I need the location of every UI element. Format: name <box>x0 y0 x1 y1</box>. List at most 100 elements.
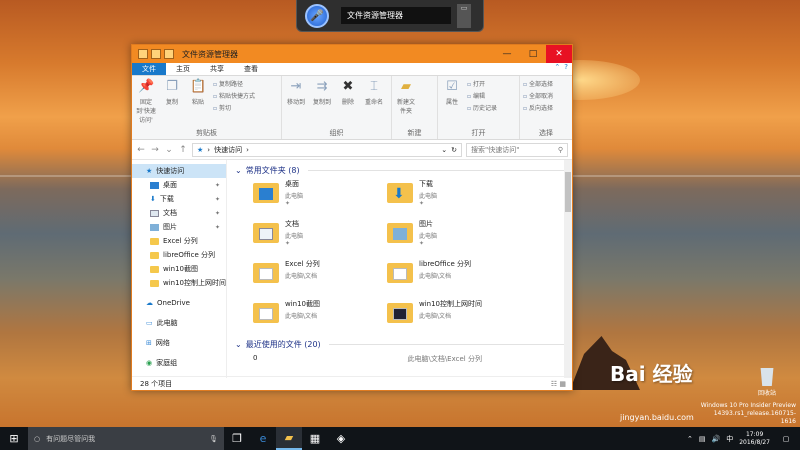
folder-tile-excel[interactable]: Excel 分列 此电脑\文档 <box>253 256 379 296</box>
move-to-button[interactable]: ⇥ 移动到 <box>285 79 307 127</box>
copy-button[interactable]: ❐ 复制 <box>161 79 183 127</box>
nav-downloads[interactable]: ⬇ 下载 ✦ <box>132 192 226 206</box>
paint-icon[interactable]: ◈ <box>328 427 354 450</box>
forward-arrow-icon[interactable]: → <box>150 145 160 155</box>
recent-file-row[interactable]: 0 此电脑\文档\Excel 分列 <box>253 354 564 364</box>
taskbar-search-placeholder: 有问题尽管问我 <box>46 434 96 443</box>
properties-icon[interactable] <box>151 49 161 59</box>
recent-locations-icon[interactable]: ⌄ <box>164 145 174 155</box>
pin-icon: ✦ <box>419 200 425 207</box>
edit-button[interactable]: 编辑 <box>467 91 513 100</box>
tab-file[interactable]: 文件 <box>132 63 166 75</box>
copy-path-button[interactable]: 复制路径 <box>213 79 263 88</box>
nav-folder-excel[interactable]: Excel 分列 <box>132 234 226 248</box>
folder-tile-libreoffice[interactable]: libreOffice 分列 此电脑\文档 <box>387 256 513 296</box>
folder-tile-win10-time[interactable]: win10控制上网时间 此电脑\文档 <box>387 296 513 336</box>
invert-selection-button[interactable]: 反向选择 <box>523 103 569 112</box>
nav-folder-libreoffice[interactable]: libreOffice 分列 <box>132 248 226 262</box>
chevron-up-icon[interactable]: ⌃ <box>687 435 693 443</box>
tab-view[interactable]: 查看 <box>234 63 268 75</box>
nav-quick-access[interactable]: ★ 快速访问 <box>132 164 226 178</box>
section-frequent-folders[interactable]: ⌄ 常用文件夹 (8) <box>235 164 564 176</box>
nav-onedrive[interactable]: ☁ OneDrive <box>132 296 226 310</box>
microphone-icon[interactable]: 🎙 <box>209 435 218 443</box>
close-button[interactable]: ✕ <box>546 45 572 63</box>
paste-shortcut-button[interactable]: 粘贴快捷方式 <box>213 91 263 100</box>
cloud-icon: ☁ <box>146 299 153 307</box>
desktop-icon <box>150 181 159 189</box>
scrollbar-thumb[interactable] <box>565 172 571 212</box>
cortana-search-box[interactable]: ○ 有问题尽管问我 🎙 <box>28 427 224 450</box>
nav-folder-win10-screenshot[interactable]: win10截图 <box>132 262 226 276</box>
breadcrumb-quick-access[interactable]: 快速访问 <box>214 145 242 155</box>
folder-tile-pictures[interactable]: 图片 此电脑 ✦ <box>387 216 513 256</box>
ribbon: 📌固定到'快速访问' ❐复制 📋粘贴 复制路径 粘贴快捷方式 剪切 剪贴板 ⇥移… <box>132 76 572 140</box>
microphone-icon[interactable]: 🎤 <box>305 3 329 28</box>
task-view-icon[interactable]: ❐ <box>224 427 250 450</box>
select-none-button[interactable]: 全部取消 <box>523 91 569 100</box>
recycle-bin[interactable]: 回收站 <box>754 368 780 397</box>
address-path[interactable]: ★ › 快速访问 › ⌄ ↻ <box>192 142 462 157</box>
group-label-select: 选择 <box>539 129 553 137</box>
file-explorer-window: 文件资源管理器 — □ ✕ 文件 主页 共享 查看 ⌃ ? 📌 固定到'快速访问'… <box>131 44 573 391</box>
folder-tile-documents[interactable]: 文档 此电脑 ✦ <box>253 216 379 256</box>
properties-button[interactable]: ☑ 属性 <box>441 79 463 127</box>
back-arrow-icon[interactable]: ← <box>136 145 146 155</box>
collapse-ribbon-icon[interactable]: ⌃ <box>554 63 560 75</box>
network-icon: ⊞ <box>146 339 152 347</box>
tab-home[interactable]: 主页 <box>166 63 200 75</box>
vertical-scrollbar[interactable] <box>564 160 572 378</box>
system-tray: ⌃ ▤ 🔊 中 17:09 2016/8/27 ▢ <box>687 427 800 450</box>
pin-icon: 📌 <box>138 79 155 94</box>
new-folder-icon[interactable] <box>164 49 174 59</box>
recent-file-path: 此电脑\文档\Excel 分列 <box>407 355 482 363</box>
network-icon[interactable]: ▤ <box>699 435 706 443</box>
store-icon[interactable]: ▦ <box>302 427 328 450</box>
clock[interactable]: 17:09 2016/8/27 <box>739 431 770 447</box>
ribbon-group-select: 全部选择 全部取消 反向选择 选择 <box>520 76 572 139</box>
tab-share[interactable]: 共享 <box>200 63 234 75</box>
speech-menu-button[interactable]: ▭ <box>457 3 471 28</box>
section-recent-files[interactable]: ⌄ 最近使用的文件 (20) <box>235 338 564 350</box>
action-center-icon[interactable]: ▢ <box>776 427 796 450</box>
quick-access-toolbar <box>138 49 174 59</box>
paste-button[interactable]: 📋 粘贴 <box>187 79 209 127</box>
folder-tile-downloads[interactable]: ⬇ 下载 此电脑 ✦ <box>387 176 513 216</box>
minimize-button[interactable]: — <box>494 45 520 63</box>
nav-desktop[interactable]: 桌面 ✦ <box>132 178 226 192</box>
volume-icon[interactable]: 🔊 <box>712 435 721 443</box>
refresh-icon[interactable]: ↻ <box>451 146 457 154</box>
pin-quick-access-button[interactable]: 📌 固定到'快速访问' <box>135 79 157 127</box>
window-title: 文件资源管理器 <box>182 49 238 59</box>
nav-documents[interactable]: 文档 ✦ <box>132 206 226 220</box>
cortana-circle-icon: ○ <box>34 434 41 443</box>
path-dropdown-icon[interactable]: ⌄ <box>441 146 447 154</box>
help-icon[interactable]: ? <box>564 63 568 75</box>
folder-icon <box>150 279 159 287</box>
open-button[interactable]: 打开 <box>467 79 513 88</box>
rename-button[interactable]: ⌶ 重命名 <box>363 79 385 127</box>
search-box[interactable]: 搜索"快速访问" ⚲ <box>466 142 568 157</box>
nav-network[interactable]: ⊞ 网络 <box>132 336 226 350</box>
select-all-button[interactable]: 全部选择 <box>523 79 569 88</box>
title-bar[interactable]: 文件资源管理器 — □ ✕ <box>132 45 572 63</box>
up-arrow-icon[interactable]: ↑ <box>178 145 188 155</box>
file-explorer-icon[interactable]: ▰ <box>276 427 302 450</box>
folder-tile-win10-screenshot[interactable]: win10截图 此电脑\文档 <box>253 296 379 336</box>
nav-folder-win10-time[interactable]: win10控制上网时间 <box>132 276 226 290</box>
cut-button[interactable]: 剪切 <box>213 103 263 112</box>
input-method-icon[interactable]: 中 <box>726 434 733 444</box>
maximize-button[interactable]: □ <box>520 45 546 63</box>
star-icon: ★ <box>197 145 204 154</box>
nav-this-pc[interactable]: ▭ 此电脑 <box>132 316 226 330</box>
view-toggle-icons[interactable]: ☷ ▦ <box>551 380 566 388</box>
windows-start-icon[interactable]: ⊞ <box>0 427 28 450</box>
delete-button[interactable]: ✖ 删除 <box>337 79 359 127</box>
copy-to-button[interactable]: ⇉ 复制到 <box>311 79 333 127</box>
folder-tile-desktop[interactable]: 桌面 此电脑 ✦ <box>253 176 379 216</box>
nav-homegroup[interactable]: ◉ 家庭组 <box>132 356 226 370</box>
nav-pictures[interactable]: 图片 ✦ <box>132 220 226 234</box>
edge-icon[interactable]: e <box>250 427 276 450</box>
history-button[interactable]: 历史记录 <box>467 103 513 112</box>
new-folder-button[interactable]: ▰ 新建文件夹 <box>395 79 417 127</box>
